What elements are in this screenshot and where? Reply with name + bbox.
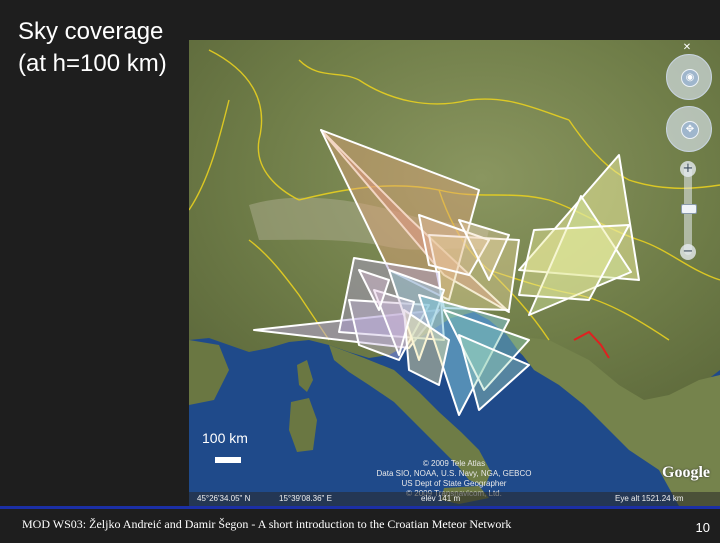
slide-title: Sky coverage (at h=100 km) [18,16,188,80]
scale-label: 100 km [202,430,248,446]
look-control[interactable]: ◉ [666,54,712,100]
slide-title-line2: (at h=100 km) [18,50,167,77]
eye-icon: ◉ [681,69,699,87]
map-view[interactable]: 100 km © 2009 Tele Atlas Data SIO, NOAA,… [189,40,720,506]
zoom-out-button[interactable]: − [680,244,696,260]
hand-icon: ✥ [681,121,699,139]
page-number: 10 [695,520,710,535]
zoom-handle[interactable] [681,204,697,214]
attribution-line: Data SIO, NOAA, U.S. Navy, NGA, GEBCO [376,469,532,478]
footer-text: MOD WS03: Željko Andreić and Damir Šegon… [22,517,512,531]
slide-title-line1: Sky coverage [18,18,164,45]
slide-footer: MOD WS03: Željko Andreić and Damir Šegon… [0,506,720,543]
latitude-readout: 45°26'34.05" N [197,494,251,503]
elevation-readout: elev 141 m [421,494,461,503]
move-control[interactable]: ✥ [666,106,712,152]
navigation-controls: ✕ ◉ ✥ + − [661,40,720,270]
zoom-in-button[interactable]: + [680,161,696,177]
google-logo: Google [662,464,710,481]
eye-altitude-readout: Eye alt 1521.24 km [615,494,684,503]
status-bar: 45°26'34.05" N 15°39'08.36" E elev 141 m… [189,492,720,506]
scale-bar [215,457,241,463]
map-canvas[interactable] [189,40,720,506]
close-icon[interactable]: ✕ [682,43,692,53]
attribution-line: US Dept of State Geographer [401,479,507,488]
longitude-readout: 15°39'08.36" E [279,494,332,503]
attribution-line: © 2009 Tele Atlas [422,459,486,468]
